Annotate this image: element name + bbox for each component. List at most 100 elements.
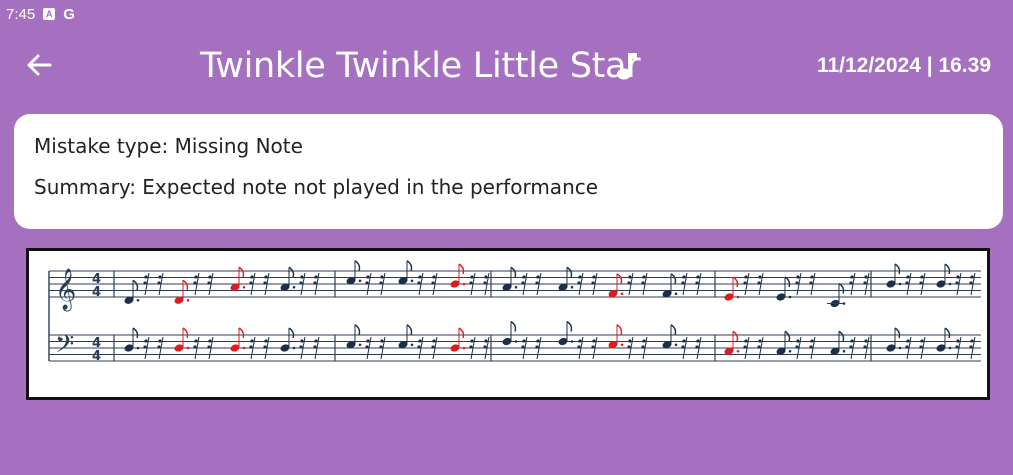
rest-dot [157,281,161,285]
rest-dot [578,339,582,343]
rest-dot [863,345,867,349]
rest-dot [365,345,369,349]
note-dot [788,349,792,353]
note-dot [948,282,952,286]
rest-dot [299,345,303,349]
note-dot [358,279,362,283]
sheet-music[interactable]: 𝄞 𝄢 4 4 4 4 [26,248,990,400]
note-flag [670,324,677,335]
rest-dot [366,275,370,279]
note-flag [784,330,791,342]
note-flag [458,263,465,275]
rest-dot [906,339,910,343]
rest-dot [681,345,685,349]
note-flag [894,327,901,339]
rest-dot [470,275,474,279]
note-dot [186,298,190,302]
rest-dot [577,281,581,285]
note-flag [406,260,413,271]
rest-dot [849,281,853,285]
rest-dot [366,339,370,343]
rest-dot [193,345,197,349]
rest-dot [535,345,539,349]
rest-dot [591,281,595,285]
rest-dot [682,275,686,279]
rest-dot [469,345,473,349]
rest-dot [483,345,487,349]
rest-dot [642,275,646,279]
rest-dot [483,281,487,285]
rest-dot [417,281,421,285]
session-datetime: 11/12/2024 | 16.39 [816,54,991,77]
rest-dot [143,281,147,285]
rest-dot [795,281,799,285]
google-icon: G [63,5,75,23]
rest-dot [249,281,253,285]
rest-dot [263,345,267,349]
back-button[interactable] [22,48,56,82]
rest-dot [249,345,253,349]
rest-dot [264,275,268,279]
rest-dot [744,275,748,279]
note-dot [186,346,190,350]
rest-dot [592,339,596,343]
note-dot [136,298,140,302]
rest-dot [810,339,814,343]
rest-dot [143,345,147,349]
rest-dot [418,275,422,279]
note-dot [620,343,624,347]
status-bar: 7:45 A G [6,3,75,25]
rest-dot [682,339,686,343]
note-flag [566,266,573,278]
rest-dot [696,339,700,343]
rest-dot [144,339,148,343]
rest-dot [956,275,960,279]
rest-dot [379,345,383,349]
rest-dot [743,345,747,349]
note-dot [462,282,466,286]
note-flag [616,273,623,284]
note-dot [570,340,574,343]
rest-dot [920,339,924,343]
note-dot [410,343,414,347]
rest-dot [955,281,959,285]
arrow-left-icon [27,54,52,76]
rest-dot [796,339,800,343]
bass-clef: 𝄢 [55,330,74,365]
mistake-summary-text: Summary: Expected note not played in the… [34,175,599,199]
mistake-type-text: Mistake type: Missing Note [34,134,303,158]
rest-dot [696,275,700,279]
treble-clef: 𝄞 [55,268,76,311]
rest-dot [627,281,631,285]
note-dot [514,340,518,343]
note-flag [238,327,245,339]
rest-dot [627,345,631,349]
rest-dot [641,281,645,285]
note-flag [838,282,845,294]
note-flag [132,279,139,291]
rest-dot [484,275,488,279]
rest-dot [955,345,959,349]
rest-dot [758,275,762,279]
note-flag [944,327,951,339]
rest-dot [314,275,318,279]
note-flag [288,266,295,278]
note-dot [410,279,414,283]
rest-dot [431,281,435,285]
score-canvas: 𝄞𝄢4444 [48,260,981,365]
note-flag [132,327,139,339]
rest-dot [642,339,646,343]
rest-dot [470,339,474,343]
rest-dot [157,345,161,349]
rest-dot [158,275,162,279]
rest-dot [522,275,526,279]
note-dot [736,349,740,353]
rest-dot [314,339,318,343]
rest-dot [809,281,813,285]
rest-dot [850,339,854,343]
note-dot [898,346,902,350]
rest-dot [250,339,254,343]
note-flag [566,320,573,332]
rest-dot [863,281,867,285]
rest-dot [919,281,923,285]
